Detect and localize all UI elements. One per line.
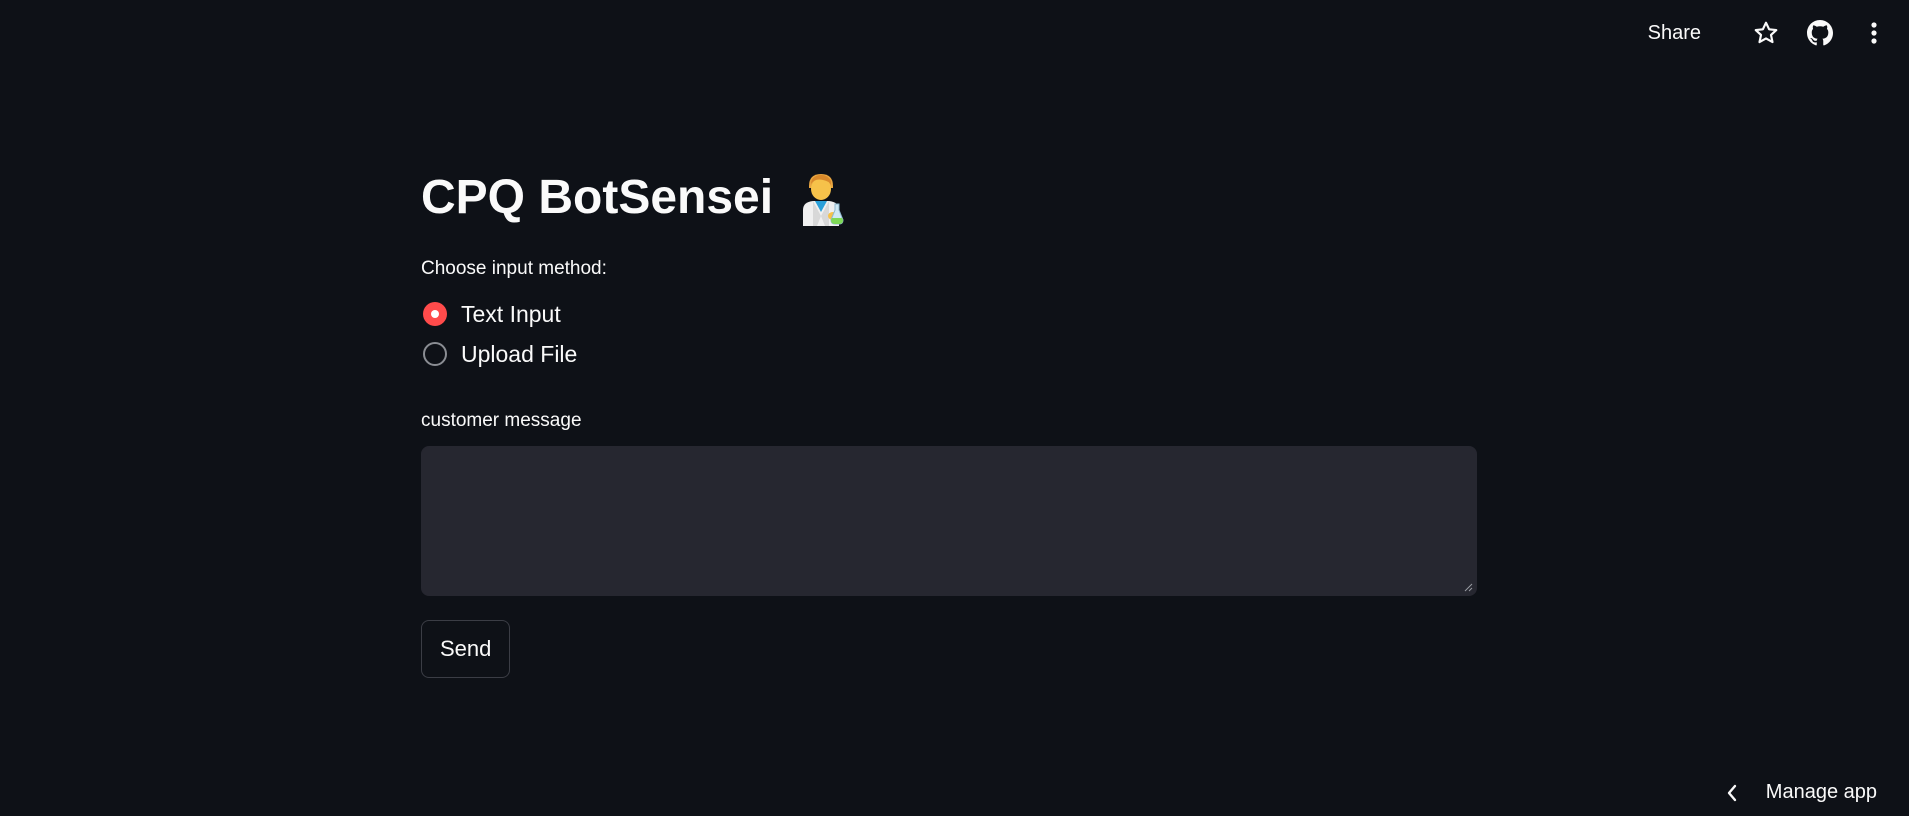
radio-option-label: Text Input (461, 300, 561, 327)
input-method-label: Choose input method: (421, 258, 607, 279)
input-method-radio-group: Text Input Upload File (421, 294, 1477, 374)
radio-option-label: Upload File (461, 340, 578, 367)
customer-message-label: customer message (421, 410, 582, 431)
page-title-text: CPQ BotSensei (421, 171, 774, 224)
share-button[interactable]: Share (1648, 22, 1701, 45)
top-toolbar: Share (1648, 14, 1891, 52)
radio-checked-icon[interactable] (423, 302, 447, 326)
github-icon[interactable] (1803, 16, 1837, 50)
page-title: CPQ BotSensei (421, 164, 1477, 232)
radio-option-text-input[interactable]: Text Input (421, 294, 1477, 334)
manage-app-label: Manage app (1765, 781, 1877, 803)
main-content: CPQ BotSensei Choose input method: Text … (421, 164, 1477, 678)
radio-option-upload-file[interactable]: Upload File (421, 334, 1477, 374)
radio-unchecked-icon[interactable] (423, 342, 447, 366)
manage-app-button[interactable]: Manage app (1726, 781, 1877, 804)
scientist-emoji-icon (797, 170, 845, 226)
send-button[interactable]: Send (421, 620, 511, 678)
customer-message-textarea[interactable] (421, 446, 1477, 596)
more-vertical-icon[interactable] (1857, 16, 1891, 50)
star-icon[interactable] (1749, 16, 1783, 50)
chevron-left-icon (1726, 784, 1738, 802)
resize-grip-icon[interactable] (1463, 582, 1473, 592)
